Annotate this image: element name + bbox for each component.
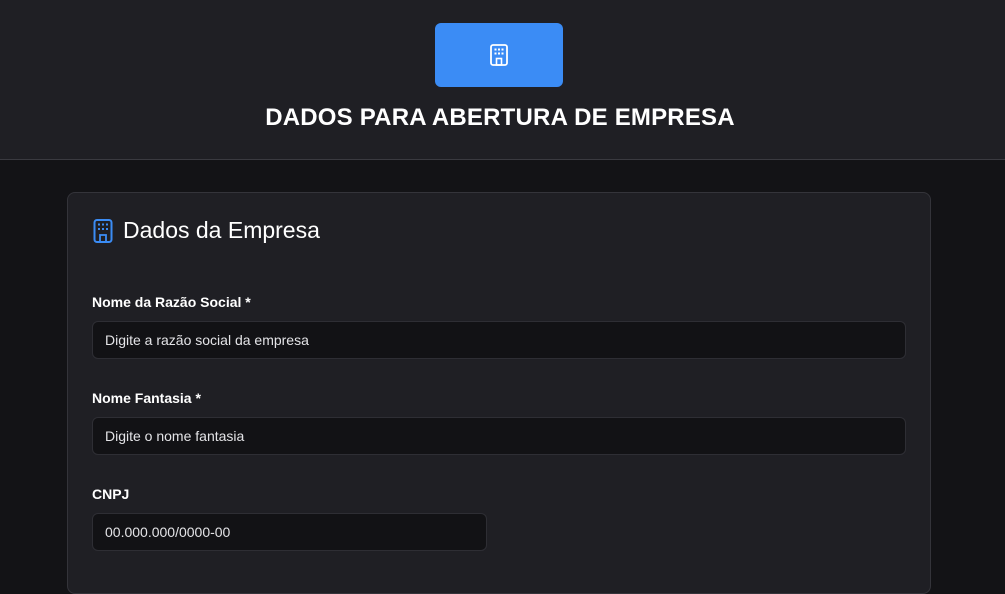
company-data-card: Dados da Empresa Nome da Razão Social * … (67, 192, 931, 594)
logo-badge (435, 23, 563, 87)
page-header: DADOS PARA ABERTURA DE EMPRESA (0, 0, 1005, 160)
section-title: Dados da Empresa (123, 217, 320, 243)
section-header: Dados da Empresa (93, 217, 320, 244)
razao-social-input[interactable] (92, 321, 906, 359)
cnpj-label: CNPJ (92, 486, 130, 502)
page-title: DADOS PARA ABERTURA DE EMPRESA (265, 104, 735, 131)
nome-fantasia-label: Nome Fantasia * (92, 390, 201, 406)
nome-fantasia-input[interactable] (92, 417, 906, 455)
building-icon (490, 44, 508, 66)
razao-social-label: Nome da Razão Social * (92, 294, 251, 310)
cnpj-input[interactable] (92, 513, 487, 551)
building-icon (93, 218, 113, 243)
